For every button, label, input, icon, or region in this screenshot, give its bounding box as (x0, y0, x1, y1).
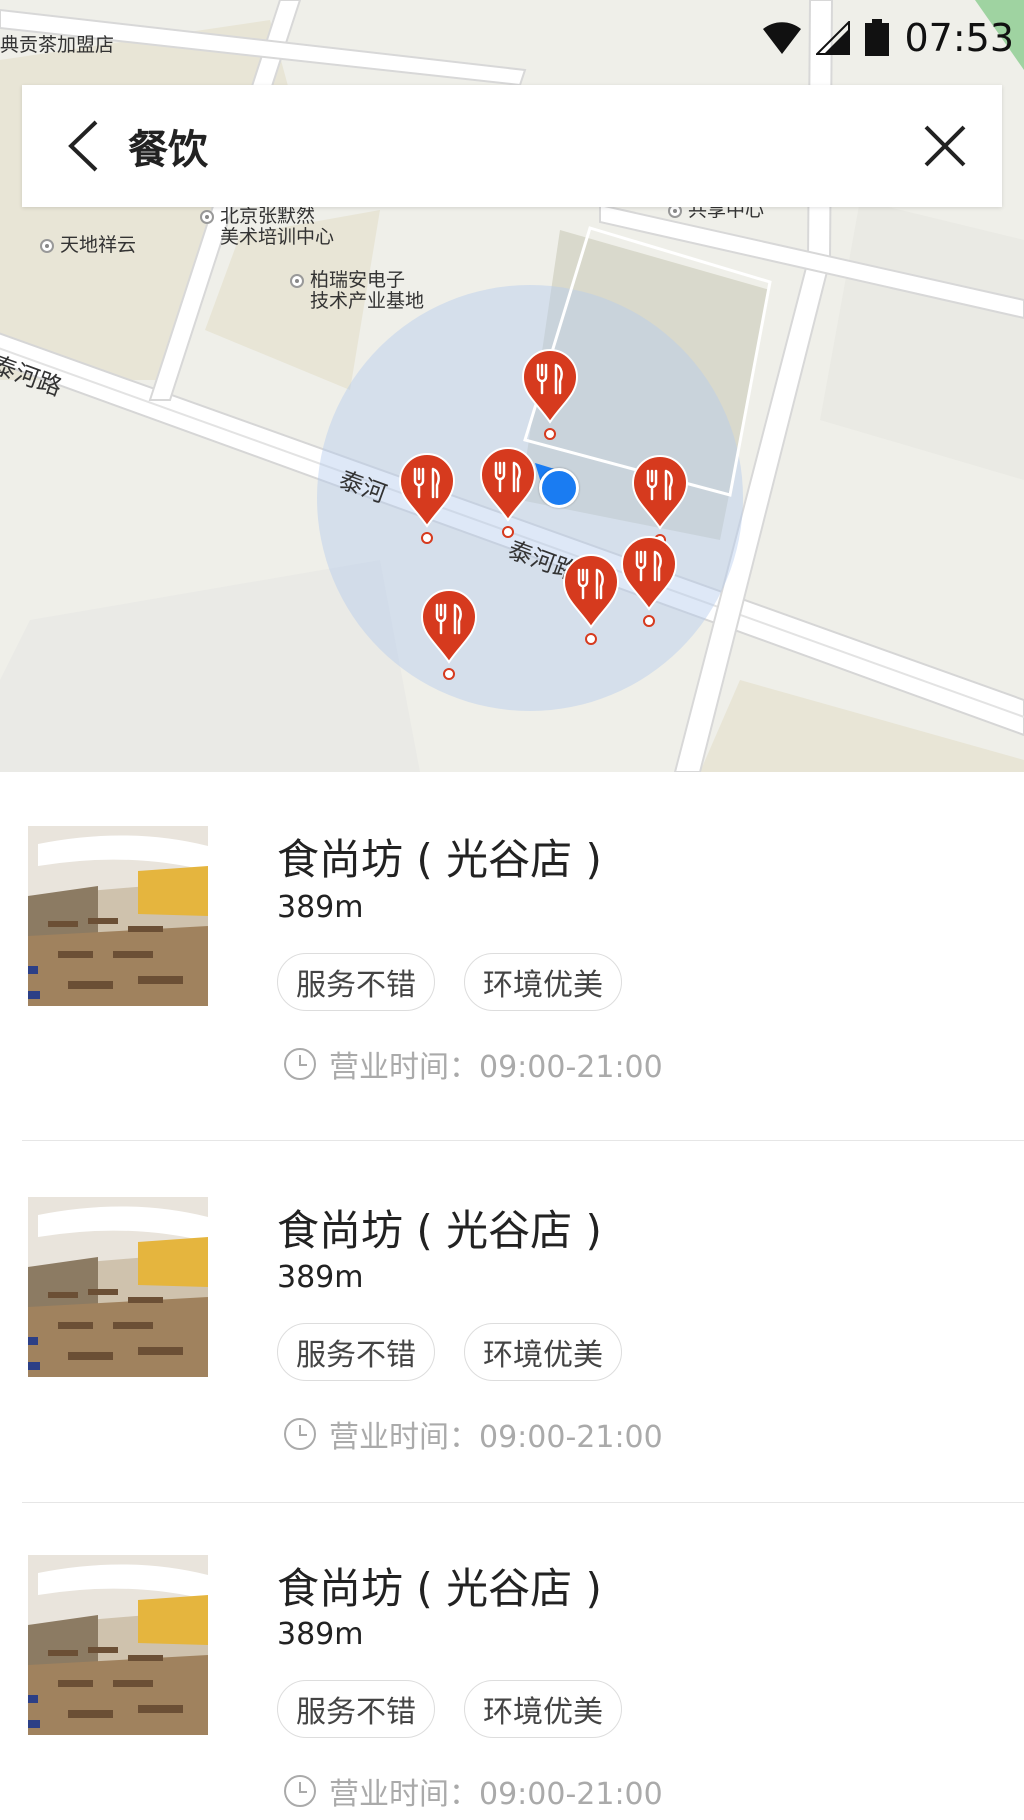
restaurant-name[interactable]: 食尚坊 ( 光谷店 ) (277, 1197, 602, 1258)
restaurant-photo (28, 1197, 208, 1377)
battery-icon (865, 19, 890, 56)
my-location-dot (539, 468, 579, 508)
restaurant-photo (28, 1555, 208, 1735)
restaurant-pin-icon[interactable] (420, 588, 478, 682)
poi-label[interactable]: 柏瑞安电子 技术产业基地 (290, 270, 424, 312)
restaurant-pin-icon[interactable] (479, 446, 537, 540)
chevron-left-icon (68, 120, 98, 172)
search-bar: 餐饮 (22, 85, 1002, 207)
restaurant-photo (28, 826, 208, 1006)
poi-label[interactable]: 天地祥云 (40, 235, 136, 256)
close-icon (924, 125, 966, 167)
business-hours: 营业时间：09:00-21:00 (283, 1769, 663, 1813)
poi-text-block: 柏瑞安电子 技术产业基地 (310, 270, 424, 312)
poi-dot-icon (40, 239, 54, 253)
clear-button[interactable] (910, 111, 980, 181)
restaurant-thumbnail (28, 1555, 208, 1735)
tag-chip: 环境优美 (464, 1323, 622, 1381)
poi-text-block: 北京张默然 美术培训中心 (220, 206, 334, 248)
poi-text: 美术培训中心 (220, 226, 335, 248)
divider (22, 1502, 1024, 1503)
poi-text: 天地祥云 (60, 234, 137, 256)
poi-text: 柏瑞安电子 (310, 269, 406, 291)
status-time: 07:53 (904, 16, 1014, 60)
back-button[interactable] (48, 111, 118, 181)
clock-icon (284, 1775, 316, 1807)
divider (22, 1140, 1024, 1141)
signal-icon (816, 21, 851, 55)
restaurant-distance: 389m (277, 1617, 364, 1652)
business-hours: 营业时间：09:00-21:00 (283, 1412, 663, 1456)
poi-dot-icon (200, 210, 214, 224)
tag-chip: 服务不错 (277, 953, 435, 1011)
tag-chip: 服务不错 (277, 1323, 435, 1381)
search-query[interactable]: 餐饮 (128, 117, 910, 175)
restaurant-thumbnail (28, 1197, 208, 1377)
restaurant-distance: 389m (277, 890, 364, 925)
poi-text: 北京张默然 (220, 205, 316, 227)
poi-text: 典贡茶加盟店 (0, 34, 115, 56)
clock-icon (284, 1048, 316, 1080)
poi-dot-icon (290, 274, 304, 288)
clock-icon (284, 1418, 316, 1450)
restaurant-pin-icon[interactable] (562, 553, 620, 647)
restaurant-pin-icon[interactable] (620, 535, 678, 629)
hours-text: 营业时间：09:00-21:00 (329, 1777, 663, 1812)
poi-label[interactable]: 北京张默然 美术培训中心 (200, 206, 334, 248)
restaurant-name[interactable]: 食尚坊 ( 光谷店 ) (277, 1555, 602, 1616)
business-hours: 营业时间：09:00-21:00 (283, 1042, 663, 1086)
restaurant-pin-icon[interactable] (521, 348, 579, 442)
restaurant-pin-icon[interactable] (398, 452, 456, 546)
restaurant-thumbnail (28, 826, 208, 1006)
status-bar: 07:53 (762, 10, 1014, 66)
tag-chip: 环境优美 (464, 1680, 622, 1738)
wifi-icon (763, 22, 802, 54)
poi-text: 技术产业基地 (310, 290, 425, 312)
tag-chip: 服务不错 (277, 1680, 435, 1738)
restaurant-distance: 389m (277, 1260, 364, 1295)
restaurant-name[interactable]: 食尚坊 ( 光谷店 ) (277, 826, 602, 887)
tag-chip: 环境优美 (464, 953, 622, 1011)
hours-text: 营业时间：09:00-21:00 (329, 1420, 663, 1455)
poi-label[interactable]: 典贡茶加盟店 (0, 35, 114, 56)
restaurant-pin-icon[interactable] (631, 454, 689, 548)
hours-text: 营业时间：09:00-21:00 (329, 1050, 663, 1085)
